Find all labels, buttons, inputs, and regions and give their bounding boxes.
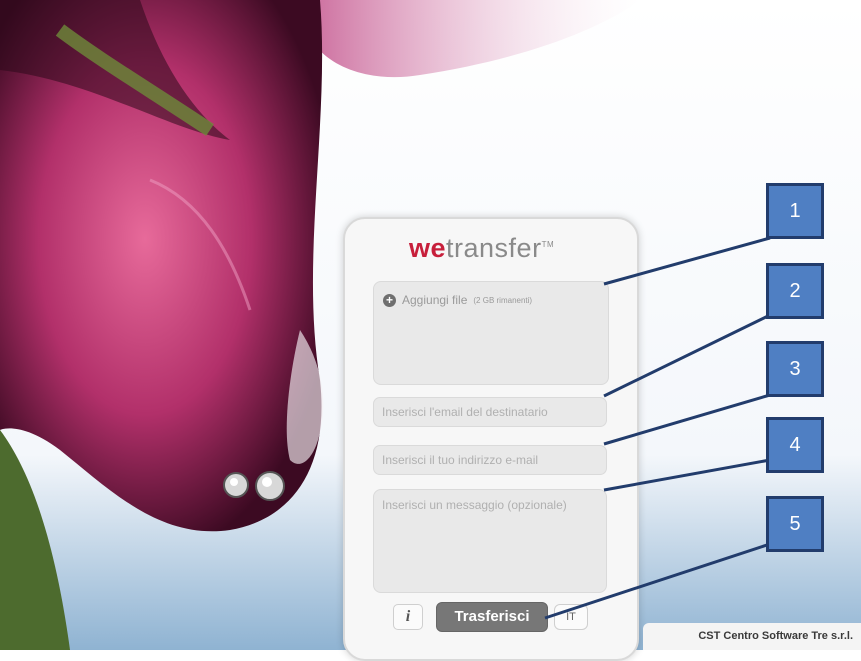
wetransfer-logo: wetransferTM xyxy=(409,233,554,264)
storage-remaining: (2 GB rimanenti) xyxy=(473,295,533,305)
sender-email-field[interactable] xyxy=(373,445,607,475)
callout-5: 5 xyxy=(766,496,824,552)
logo-transfer: transfer xyxy=(446,233,542,263)
logo-we: we xyxy=(409,233,447,263)
wetransfer-panel: wetransferTM + Aggiungi file (2 GB riman… xyxy=(343,217,639,661)
plus-icon: + xyxy=(383,293,396,307)
callout-4: 4 xyxy=(766,417,824,473)
add-files-area[interactable]: + Aggiungi file (2 GB rimanenti) xyxy=(373,281,609,385)
callout-1: 1 xyxy=(766,183,824,239)
footer-bar: CST Centro Software Tre s.r.l. xyxy=(643,623,861,650)
message-field[interactable] xyxy=(373,489,607,593)
add-files-button[interactable]: + Aggiungi file (2 GB rimanenti) xyxy=(383,293,532,307)
language-button[interactable]: IT xyxy=(554,604,588,630)
callout-2: 2 xyxy=(766,263,824,319)
recipient-email-field[interactable] xyxy=(373,397,607,427)
company-name: CST Centro Software Tre s.r.l. xyxy=(698,630,853,642)
add-files-label: Aggiungi file xyxy=(402,293,468,307)
transfer-button[interactable]: Trasferisci xyxy=(436,602,548,632)
logo-trademark: TM xyxy=(541,240,555,249)
callout-3: 3 xyxy=(766,341,824,397)
info-button[interactable]: i xyxy=(393,604,423,630)
